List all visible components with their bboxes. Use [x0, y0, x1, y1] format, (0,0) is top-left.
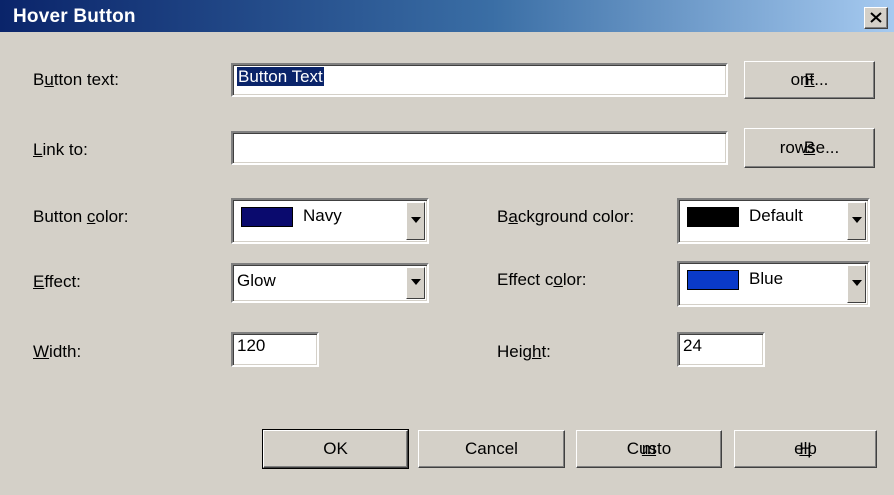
button-color-swatch — [241, 207, 293, 227]
height-value: 24 — [683, 336, 702, 355]
background-color-value: Default — [749, 206, 803, 225]
effect-dropdown[interactable]: Glow — [231, 263, 429, 303]
button-color-dropdown-arrow[interactable] — [406, 202, 425, 240]
background-color-dropdown[interactable]: Default — [677, 198, 870, 244]
chevron-down-icon — [852, 217, 862, 223]
custom-button[interactable]: Custo m... — [576, 430, 722, 468]
chevron-down-icon — [411, 279, 421, 285]
font-button[interactable]: Font... — [744, 61, 875, 99]
width-value: 120 — [237, 336, 266, 355]
link-to-input[interactable] — [231, 131, 728, 165]
width-label: Width: — [33, 342, 82, 361]
button-text-value: Button Text — [237, 67, 324, 86]
button-color-label: Button color: — [33, 207, 129, 226]
title-bar[interactable]: Hover Button — [0, 0, 894, 32]
button-color-dropdown[interactable]: Navy — [231, 198, 429, 244]
ok-button[interactable]: OK — [262, 429, 409, 469]
effect-dropdown-arrow[interactable] — [406, 267, 425, 299]
effect-label: Effect: — [33, 272, 81, 291]
height-label: Height: — [497, 342, 551, 361]
link-to-label: Link to: — [33, 140, 88, 159]
help-button[interactable]: Help — [734, 430, 877, 468]
button-text-label: Button text: — [33, 70, 120, 89]
chevron-down-icon — [852, 280, 862, 286]
chevron-down-icon — [411, 217, 421, 223]
background-color-label: Background color: — [497, 207, 635, 226]
hover-button-dialog: Hover Button Button text: Button Text Fo… — [0, 0, 894, 495]
background-color-swatch — [687, 207, 739, 227]
background-color-dropdown-arrow[interactable] — [847, 202, 866, 240]
window-title: Hover Button — [13, 6, 136, 27]
close-button[interactable] — [864, 7, 888, 29]
button-color-value: Navy — [303, 206, 342, 225]
width-input[interactable]: 120 — [231, 332, 319, 367]
cancel-button[interactable]: Cancel — [418, 430, 565, 468]
effect-color-swatch — [687, 270, 739, 290]
button-text-input[interactable]: Button Text — [231, 63, 728, 97]
browse-button[interactable]: Browse... — [744, 128, 875, 168]
effect-color-dropdown-arrow[interactable] — [847, 265, 866, 303]
close-icon — [870, 12, 882, 23]
effect-value: Glow — [237, 271, 276, 290]
effect-color-label: Effect color: — [497, 270, 587, 289]
effect-color-value: Blue — [749, 269, 784, 288]
effect-color-dropdown[interactable]: Blue — [677, 261, 870, 307]
height-input[interactable]: 24 — [677, 332, 765, 367]
